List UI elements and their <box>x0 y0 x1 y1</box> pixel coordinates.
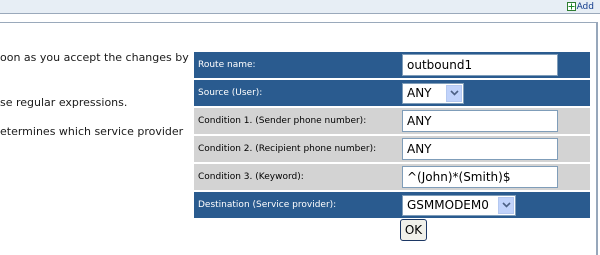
route-name-input[interactable] <box>402 54 558 76</box>
route-name-row: Route name: <box>194 52 590 78</box>
source-select[interactable]: ANY <box>402 82 464 104</box>
chevron-down-icon[interactable] <box>498 196 514 214</box>
source-label: Source (User): <box>194 80 398 106</box>
destination-select[interactable]: GSMMODEM0 <box>402 194 516 216</box>
help-text-line-2: se regular expressions. <box>0 96 128 109</box>
destination-selected-value: GSMMODEM0 <box>407 198 489 212</box>
source-row: Source (User): ANY <box>194 80 590 106</box>
route-name-label: Route name: <box>194 52 398 78</box>
plus-icon <box>566 2 576 11</box>
route-editor-page: Add oon as you accept the changes by se … <box>0 0 600 255</box>
condition3-row: Condition 3. (Keyword): <box>194 164 590 190</box>
condition2-row: Condition 2. (Recipient phone number): <box>194 136 590 162</box>
destination-row: Destination (Service provider): GSMMODEM… <box>194 192 590 218</box>
destination-label: Destination (Service provider): <box>194 192 398 218</box>
source-selected-value: ANY <box>407 86 432 100</box>
add-label: Add <box>576 1 594 12</box>
condition3-input[interactable] <box>402 166 558 188</box>
condition1-input[interactable] <box>402 110 558 132</box>
top-toolbar: Add <box>0 0 600 14</box>
add-button[interactable]: Add <box>566 0 594 13</box>
condition2-label: Condition 2. (Recipient phone number): <box>194 136 398 162</box>
chevron-down-icon[interactable] <box>446 84 462 102</box>
condition1-row: Condition 1. (Sender phone number): <box>194 108 590 134</box>
route-form: Route name: Source (User): ANY Condition… <box>194 50 590 220</box>
help-text-line-1: oon as you accept the changes by <box>0 51 189 64</box>
condition3-label: Condition 3. (Keyword): <box>194 164 398 190</box>
help-text-line-3: etermines which service provider <box>0 125 184 138</box>
condition1-label: Condition 1. (Sender phone number): <box>194 108 398 134</box>
ok-button[interactable]: OK <box>400 219 427 241</box>
condition2-input[interactable] <box>402 138 558 160</box>
